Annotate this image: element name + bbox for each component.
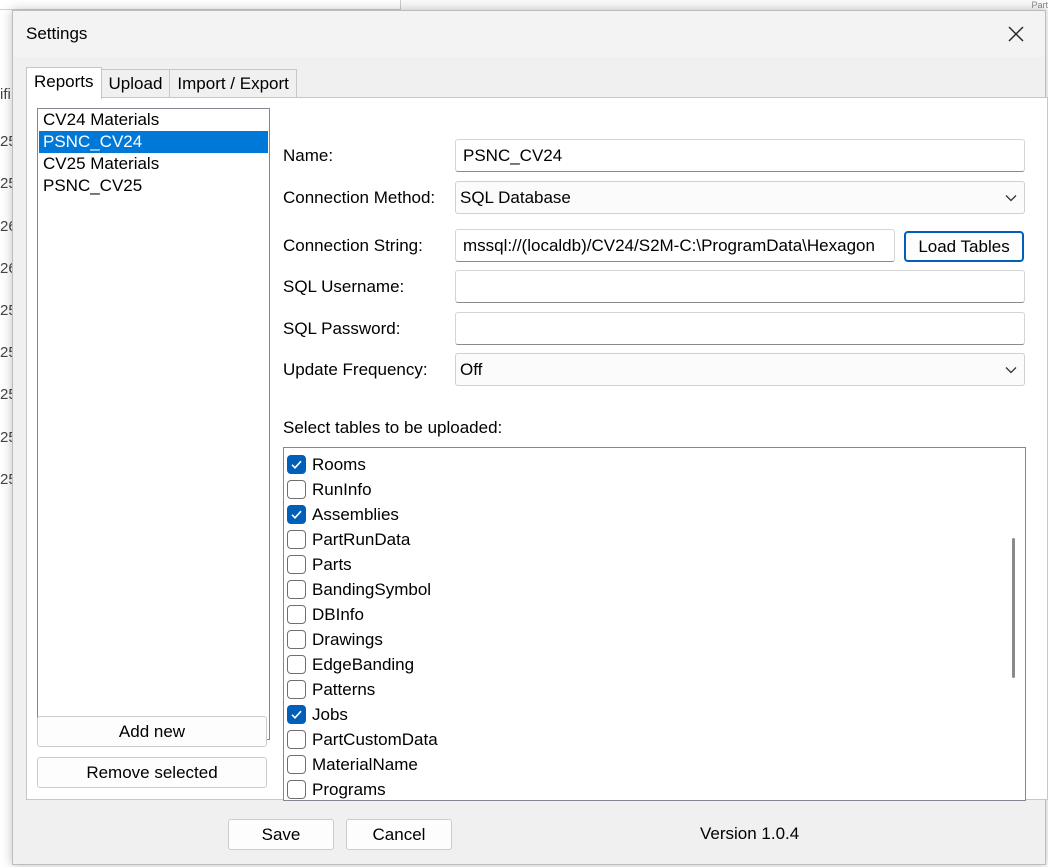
report-item-selected[interactable]: PSNC_CV24 xyxy=(39,131,268,153)
checkbox-unchecked[interactable] xyxy=(287,580,306,599)
checkmark-icon xyxy=(291,710,302,719)
settings-dialog: Settings Reports Upload Import / Export … xyxy=(12,10,1048,865)
table-name-label: PartCustomData xyxy=(312,729,438,749)
table-checkbox-row[interactable]: RunInfo xyxy=(284,477,1025,502)
table-name-label: Drawings xyxy=(312,629,383,649)
table-name-label: Programs xyxy=(312,779,386,799)
table-name-label: Jobs xyxy=(312,704,348,724)
table-checkbox-row[interactable]: PartRunData xyxy=(284,527,1025,552)
tab-bar: Reports Upload Import / Export xyxy=(26,67,297,99)
table-checkbox-row[interactable]: DBInfo xyxy=(284,602,1025,627)
table-name-label: BandingSymbol xyxy=(312,579,432,599)
checkbox-checked[interactable] xyxy=(287,505,306,524)
checkbox-unchecked[interactable] xyxy=(287,605,306,624)
checkbox-unchecked[interactable] xyxy=(287,680,306,699)
version-label: Version 1.0.4 xyxy=(700,824,800,843)
report-item[interactable]: CV25 Materials xyxy=(39,153,268,175)
sql-username-input[interactable] xyxy=(455,270,1025,303)
table-name-label: Patterns xyxy=(312,679,376,699)
table-checkbox-row[interactable]: Programs xyxy=(284,777,1025,800)
table-name-label: PartRunData xyxy=(312,529,411,549)
tables-checklist: Rooms RunInfo Assemblies PartRunData Parts Ba… xyxy=(283,447,1026,801)
checkmark-icon xyxy=(291,510,302,519)
table-checkbox-row[interactable]: BandingSymbol xyxy=(284,577,1025,602)
table-name-label: MaterialName xyxy=(312,754,418,774)
table-checkbox-row[interactable]: Patterns xyxy=(284,677,1025,702)
table-name-label: Rooms xyxy=(312,454,366,474)
connection-string-label: Connection String: xyxy=(283,236,423,255)
tab-upload[interactable]: Upload xyxy=(101,69,171,98)
background-toolbar xyxy=(0,0,400,10)
connection-method-label: Connection Method: xyxy=(283,188,436,207)
checkbox-unchecked[interactable] xyxy=(287,780,306,799)
checkbox-unchecked[interactable] xyxy=(287,655,306,674)
checkbox-unchecked[interactable] xyxy=(287,480,306,499)
tables-heading: Select tables to be uploaded: xyxy=(283,418,503,437)
dialog-title: Settings xyxy=(26,24,88,43)
table-name-label: Assemblies xyxy=(312,504,399,524)
table-checkbox-row[interactable]: PartCustomData xyxy=(284,727,1025,752)
save-button[interactable]: Save xyxy=(228,819,334,850)
checkmark-icon xyxy=(291,460,302,469)
checkbox-unchecked[interactable] xyxy=(287,755,306,774)
table-checkbox-row[interactable]: Jobs xyxy=(284,702,1025,727)
checkbox-checked[interactable] xyxy=(287,455,306,474)
table-name-label: Parts xyxy=(312,554,352,574)
tab-import-export[interactable]: Import / Export xyxy=(170,69,297,98)
sql-password-input[interactable] xyxy=(455,312,1025,345)
checkbox-unchecked[interactable] xyxy=(287,555,306,574)
sql-password-label: SQL Password: xyxy=(283,319,401,338)
background-corner-text: Part xyxy=(1031,0,1048,10)
connection-method-value: SQL Database xyxy=(460,188,571,207)
update-frequency-select[interactable]: Off xyxy=(455,353,1025,386)
connection-method-select[interactable]: SQL Database xyxy=(455,181,1025,214)
cancel-button[interactable]: Cancel xyxy=(346,819,452,850)
tab-reports[interactable]: Reports xyxy=(26,67,102,99)
close-icon xyxy=(1008,26,1024,42)
update-frequency-value: Off xyxy=(460,360,483,379)
sql-username-label: SQL Username: xyxy=(283,277,405,296)
table-name-label: DBInfo xyxy=(312,604,364,624)
table-name-label: RunInfo xyxy=(312,479,372,499)
checkbox-unchecked[interactable] xyxy=(287,630,306,649)
report-item[interactable]: PSNC_CV25 xyxy=(39,175,268,197)
remove-selected-button[interactable]: Remove selected xyxy=(37,757,267,788)
table-checkbox-row[interactable]: MaterialName xyxy=(284,752,1025,777)
checkbox-unchecked[interactable] xyxy=(287,530,306,549)
table-checkbox-row[interactable]: Drawings xyxy=(284,627,1025,652)
add-new-button[interactable]: Add new xyxy=(37,716,267,747)
table-checkbox-row[interactable]: Rooms xyxy=(284,452,1025,477)
close-button[interactable] xyxy=(993,15,1039,53)
checkbox-checked[interactable] xyxy=(287,705,306,724)
name-input[interactable]: PSNC_CV24 xyxy=(455,139,1025,172)
checkbox-unchecked[interactable] xyxy=(287,730,306,749)
report-list[interactable]: CV24 Materials PSNC_CV24 CV25 Materials … xyxy=(37,108,270,740)
update-frequency-label: Update Frequency: xyxy=(283,360,428,379)
chevron-down-icon xyxy=(1005,367,1017,374)
title-bar: Settings xyxy=(13,11,1045,57)
connection-string-input[interactable]: mssql://(localdb)/CV24/S2M-C:\ProgramDat… xyxy=(455,229,895,262)
table-checkbox-row[interactable]: Parts xyxy=(284,552,1025,577)
report-item[interactable]: CV24 Materials xyxy=(39,109,268,131)
table-checkbox-row[interactable]: Assemblies xyxy=(284,502,1025,527)
vertical-scrollbar[interactable] xyxy=(1012,538,1015,678)
load-tables-button[interactable]: Load Tables xyxy=(904,231,1024,262)
reports-panel: CV24 Materials PSNC_CV24 CV25 Materials … xyxy=(26,97,1048,801)
chevron-down-icon xyxy=(1005,195,1017,202)
name-label: Name: xyxy=(283,146,334,165)
table-name-label: EdgeBanding xyxy=(312,654,415,674)
table-checkbox-row[interactable]: EdgeBanding xyxy=(284,652,1025,677)
